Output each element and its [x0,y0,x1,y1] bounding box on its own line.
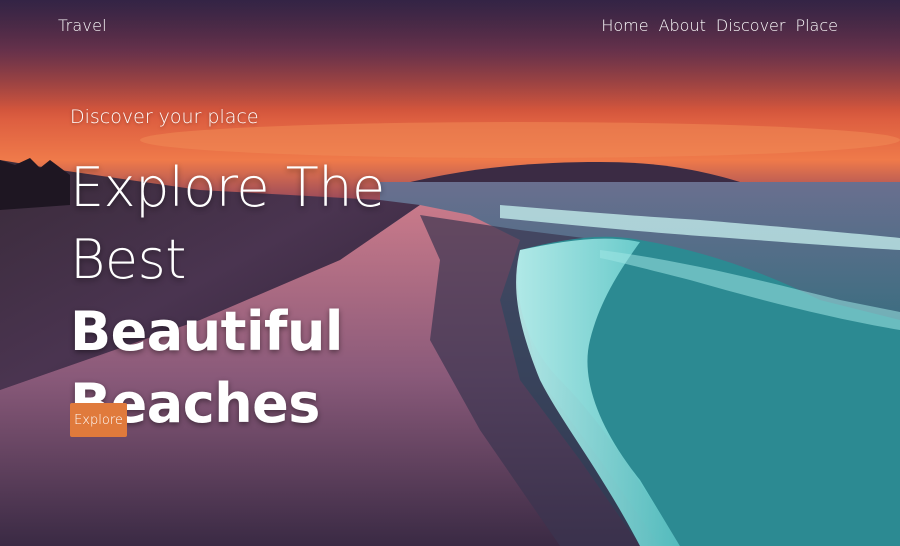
brand-logo[interactable]: Travel [58,16,107,35]
explore-button[interactable]: Explore [70,403,127,437]
nav-item-about[interactable]: About [659,16,706,35]
hero-content: Discover your place Explore The Best Bea… [70,104,470,440]
headline-line-2-bold: Beautiful [70,300,343,363]
nav-item-home[interactable]: Home [601,16,648,35]
hero-subtitle: Discover your place [70,106,259,128]
hero-section: Travel Home About Discover Place Discove… [0,0,900,546]
site-header: Travel Home About Discover Place [0,0,900,56]
nav-item-place[interactable]: Place [795,16,838,35]
headline-line-1: Explore The [70,156,385,219]
hero-headline: Explore The Best Beautiful Beaches [70,152,470,440]
nav-item-discover[interactable]: Discover [716,16,786,35]
headline-line-2-light: Best [70,228,186,291]
main-nav: Home About Discover Place [601,16,838,35]
